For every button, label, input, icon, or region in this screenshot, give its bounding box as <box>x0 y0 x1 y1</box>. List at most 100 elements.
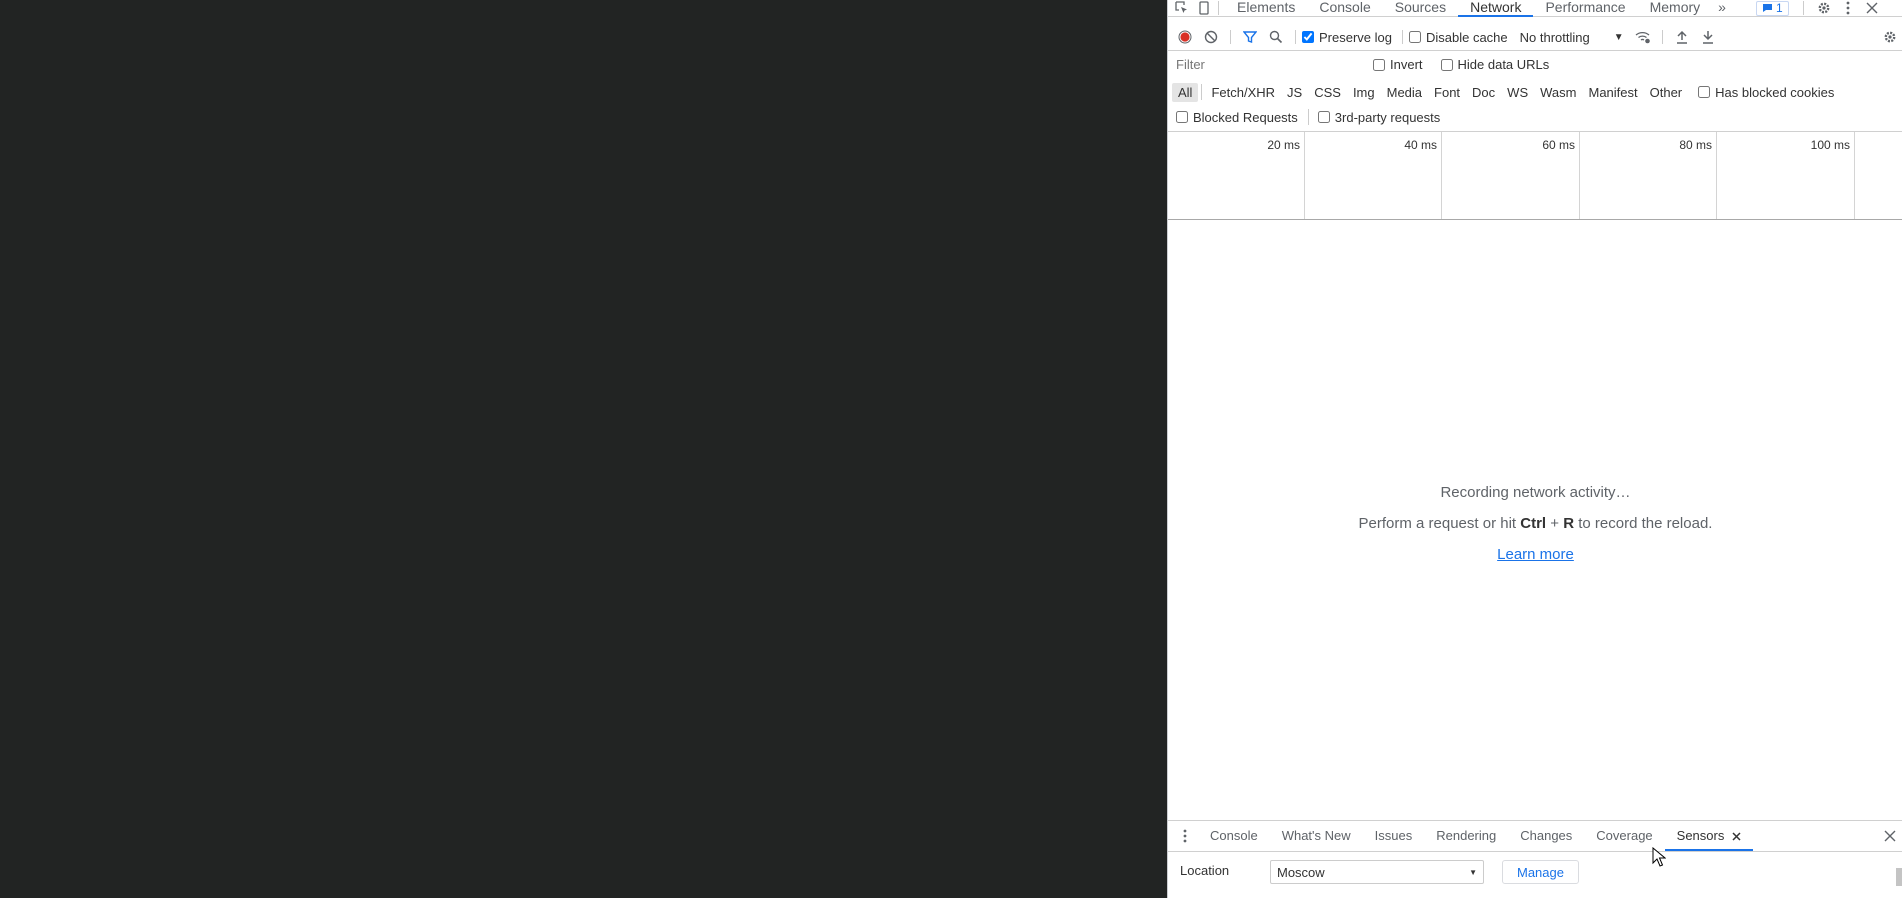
scrollbar-thumb[interactable] <box>1896 868 1902 886</box>
type-filter-css[interactable]: CSS <box>1308 83 1347 102</box>
more-tabs-button[interactable]: » <box>1712 0 1732 16</box>
inspected-page-viewport <box>0 0 1167 898</box>
network-conditions-icon[interactable] <box>1630 26 1656 48</box>
issues-count: 1 <box>1775 1 1783 15</box>
close-tab-icon[interactable] <box>1732 831 1741 841</box>
resource-type-filters: All Fetch/XHR JS CSS Img Media Font Doc … <box>1168 79 1902 105</box>
third-party-requests-input[interactable] <box>1317 111 1330 123</box>
customize-menu-icon[interactable] <box>1840 1 1856 15</box>
clear-icon[interactable] <box>1198 26 1224 48</box>
location-label: Location <box>1180 863 1230 878</box>
throttling-select[interactable]: No throttling ▼ <box>1514 30 1630 45</box>
toolbar-divider <box>1295 30 1296 44</box>
drawer-tab-rendering[interactable]: Rendering <box>1424 821 1508 851</box>
drawer-tab-whats-new[interactable]: What's New <box>1270 821 1363 851</box>
type-filter-ws[interactable]: WS <box>1501 83 1534 102</box>
sensors-panel: Location Moscow ▼ Manage <box>1168 853 1902 898</box>
empty-state: Recording network activity… Perform a re… <box>1168 477 1902 570</box>
drawer-tab-console[interactable]: Console <box>1198 821 1270 851</box>
close-devtools-icon[interactable] <box>1864 1 1880 15</box>
close-drawer-icon[interactable] <box>1877 825 1902 847</box>
drawer-tab-issues[interactable]: Issues <box>1363 821 1425 851</box>
invert-label: Invert <box>1390 57 1423 72</box>
type-filter-wasm[interactable]: Wasm <box>1534 83 1582 102</box>
location-select[interactable]: Moscow ▼ <box>1270 860 1484 884</box>
blocked-requests-input[interactable] <box>1176 111 1188 123</box>
type-filter-manifest[interactable]: Manifest <box>1582 83 1643 102</box>
issues-badge[interactable]: 1 <box>1755 0 1789 16</box>
hide-data-urls-checkbox[interactable]: Hide data URLs <box>1440 57 1550 72</box>
drawer-tab-bar: Console What's New Issues Rendering Chan… <box>1168 820 1902 852</box>
search-icon[interactable] <box>1263 26 1289 48</box>
invert-checkbox[interactable]: Invert <box>1373 57 1423 72</box>
drawer-tab-sensors[interactable]: Sensors <box>1664 821 1754 851</box>
third-party-requests-checkbox[interactable]: 3rd-party requests <box>1317 109 1441 125</box>
chevron-down-icon: ▼ <box>1469 867 1477 877</box>
reload-hint-after: to record the reload. <box>1574 515 1713 532</box>
record-icon[interactable] <box>1172 26 1198 48</box>
shortcut-r: R <box>1563 515 1575 532</box>
drawer-tab-changes[interactable]: Changes <box>1508 821 1584 851</box>
tab-elements[interactable]: Elements <box>1225 0 1307 16</box>
has-blocked-cookies-checkbox[interactable]: Has blocked cookies <box>1698 85 1834 100</box>
settings-gear-icon[interactable] <box>1816 1 1832 15</box>
type-filter-img[interactable]: Img <box>1347 83 1381 102</box>
third-party-requests-label: 3rd-party requests <box>1334 109 1441 125</box>
tab-network[interactable]: Network <box>1458 0 1534 17</box>
preserve-log-input[interactable] <box>1302 31 1314 43</box>
location-value: Moscow <box>1277 864 1325 880</box>
toolbar-divider <box>1661 30 1663 44</box>
has-blocked-cookies-label: Has blocked cookies <box>1715 84 1835 100</box>
manage-locations-button[interactable]: Manage <box>1502 860 1579 884</box>
network-settings-gear-icon[interactable] <box>1877 26 1902 48</box>
type-filter-doc[interactable]: Doc <box>1466 83 1501 102</box>
export-har-icon[interactable] <box>1695 26 1721 48</box>
filter-icon[interactable] <box>1237 26 1263 48</box>
disable-cache-input[interactable] <box>1408 31 1421 43</box>
drawer-menu-icon[interactable] <box>1172 825 1198 847</box>
hide-data-urls-label: Hide data URLs <box>1457 57 1550 72</box>
tab-sources[interactable]: Sources <box>1383 0 1458 16</box>
timeline-tick: 20 ms <box>1168 132 1305 219</box>
preserve-log-checkbox[interactable]: Preserve log <box>1302 30 1392 45</box>
devtools-tab-bar: Elements Console Sources Network Perform… <box>1168 0 1902 17</box>
device-toolbar-icon[interactable] <box>1196 1 1212 15</box>
shortcut-plus: + <box>1546 515 1564 532</box>
devtools-panel: Elements Console Sources Network Perform… <box>1167 0 1902 898</box>
tab-console[interactable]: Console <box>1307 0 1382 16</box>
filter-input[interactable] <box>1168 54 1359 75</box>
timeline-tick: 60 ms <box>1442 132 1580 219</box>
timeline-tick-label: 60 ms <box>1542 138 1575 152</box>
blocked-filters: Blocked Requests 3rd-party requests <box>1168 105 1902 129</box>
network-toolbar: Preserve log Disable cache No throttling… <box>1168 24 1902 51</box>
throttling-value: No throttling <box>1519 29 1590 45</box>
toolbar-divider <box>1401 30 1403 44</box>
disable-cache-label: Disable cache <box>1425 29 1508 45</box>
invert-input[interactable] <box>1373 58 1385 71</box>
timeline-tick: 100 ms <box>1717 132 1855 219</box>
type-filter-all[interactable]: All <box>1172 82 1199 102</box>
timeline-overview[interactable]: 20 ms 40 ms 60 ms 80 ms 100 ms <box>1168 131 1902 220</box>
tab-bar-divider <box>1802 1 1804 15</box>
disable-cache-checkbox[interactable]: Disable cache <box>1408 29 1508 45</box>
hide-data-urls-input[interactable] <box>1440 58 1453 71</box>
type-filter-other[interactable]: Other <box>1644 83 1689 102</box>
toolbar-divider <box>1230 30 1231 44</box>
blocked-requests-label: Blocked Requests <box>1193 109 1298 125</box>
type-filter-fetch-xhr[interactable]: Fetch/XHR <box>1205 83 1281 102</box>
timeline-tick-label: 40 ms <box>1404 138 1437 152</box>
tab-memory[interactable]: Memory <box>1638 0 1713 16</box>
inspect-element-icon[interactable] <box>1174 1 1190 15</box>
reload-hint-before: Perform a request or hit <box>1358 515 1521 532</box>
tab-performance[interactable]: Performance <box>1533 0 1637 16</box>
has-blocked-cookies-input[interactable] <box>1698 86 1711 98</box>
shortcut-ctrl: Ctrl <box>1520 515 1547 532</box>
tab-bar-divider <box>1218 1 1219 15</box>
blocked-requests-checkbox[interactable]: Blocked Requests <box>1176 110 1298 125</box>
import-har-icon[interactable] <box>1669 26 1695 48</box>
type-filter-media[interactable]: Media <box>1381 83 1428 102</box>
type-filter-font[interactable]: Font <box>1428 83 1466 102</box>
type-filter-js[interactable]: JS <box>1281 83 1308 102</box>
learn-more-link[interactable]: Learn more <box>1497 546 1574 563</box>
mouse-pointer-icon <box>1652 847 1666 867</box>
